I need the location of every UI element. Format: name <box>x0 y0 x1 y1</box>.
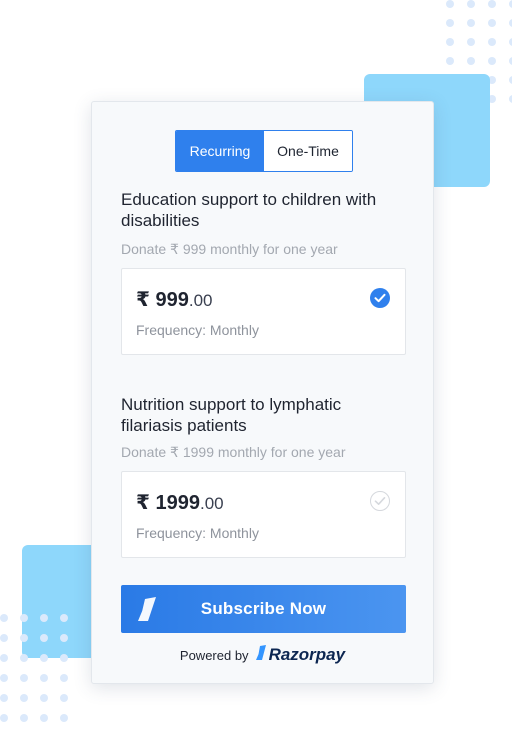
razorpay-brand[interactable]: Razorpay <box>255 645 346 665</box>
plan-amount-cents: .00 <box>188 291 213 310</box>
subscription-card: Recurring One-Time Education support to … <box>91 101 434 684</box>
plan-amount-main: ₹ 999 <box>136 289 189 311</box>
tab-one-time[interactable]: One-Time <box>264 131 352 171</box>
decorative-dot-grid-bottom <box>0 614 68 722</box>
tab-recurring[interactable]: Recurring <box>176 131 264 171</box>
payment-type-toggle: Recurring One-Time <box>175 130 353 172</box>
razorpay-logo-icon <box>136 597 158 626</box>
plan-amount-main: ₹ 1999 <box>136 492 200 514</box>
plan-frequency: Frequency: Monthly <box>136 525 259 541</box>
plan-title: Nutrition support to lymphatic filariasi… <box>121 395 342 435</box>
subscribe-button-label: Subscribe Now <box>200 599 327 618</box>
plan-amount: ₹ 999.00 <box>136 287 212 312</box>
plan-option-nutrition[interactable]: ₹ 1999.00 Frequency: Monthly <box>121 471 406 558</box>
page: Recurring One-Time Education support to … <box>0 0 512 733</box>
checkmark-selected-icon <box>370 288 390 308</box>
plan-title: Education support to children with disab… <box>121 190 377 230</box>
plan-amount-cents: .00 <box>199 494 224 513</box>
plan-amount: ₹ 1999.00 <box>136 490 224 515</box>
subscribe-now-button[interactable]: Subscribe Now <box>121 585 406 633</box>
razorpay-logo-icon <box>255 645 267 665</box>
plan-subtitle: Donate ₹ 999 monthly for one year <box>121 241 338 257</box>
brand-name: Razorpay <box>268 645 346 664</box>
plan-option-education[interactable]: ₹ 999.00 Frequency: Monthly <box>121 268 406 355</box>
plan-frequency: Frequency: Monthly <box>136 322 259 338</box>
plan-subtitle: Donate ₹ 1999 monthly for one year <box>121 444 346 460</box>
powered-by: Powered by Razorpay <box>92 645 433 665</box>
powered-by-label: Powered by <box>179 647 249 663</box>
checkmark-unselected-icon <box>370 491 390 511</box>
